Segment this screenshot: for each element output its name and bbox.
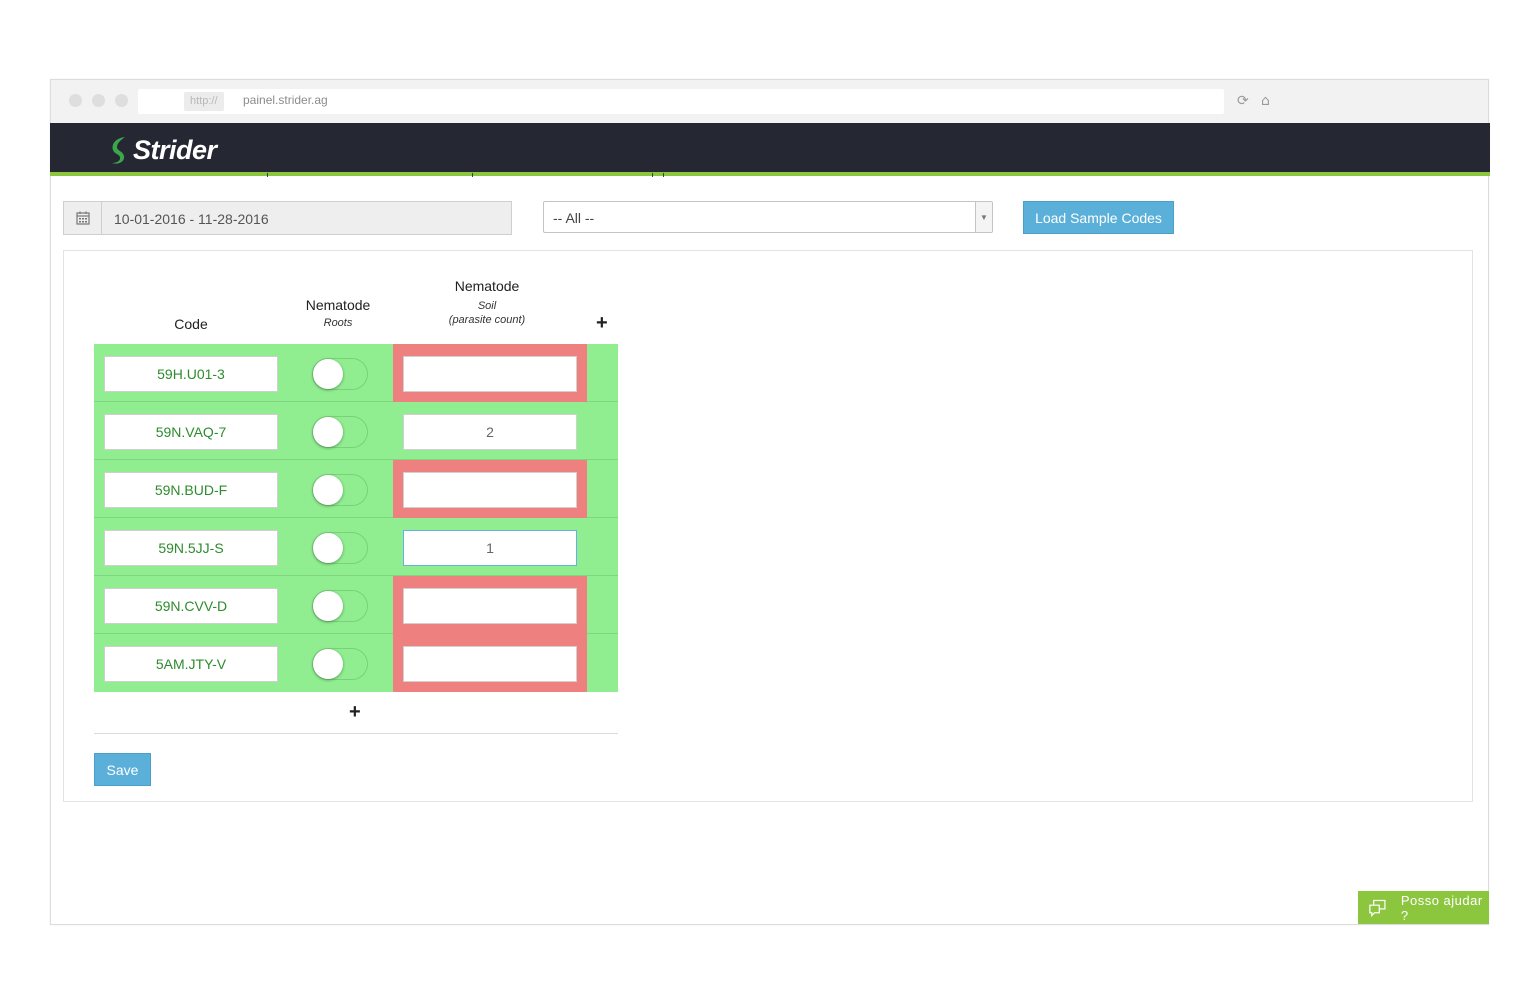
- column-header-soil-sub-2: (parasite count): [448, 314, 526, 326]
- samples-panel: Code Nematode Roots Nematode Soil (paras…: [63, 250, 1473, 802]
- save-button[interactable]: Save: [94, 753, 151, 786]
- url-text[interactable]: painel.strider.ag: [243, 93, 328, 107]
- toggle-knob: [313, 417, 343, 447]
- table-row: 5AM.JTY-V: [94, 634, 618, 692]
- add-column-button[interactable]: +: [596, 313, 608, 333]
- chat-icon: [1369, 899, 1386, 917]
- column-header-code-label: Code: [174, 316, 208, 332]
- roots-toggle[interactable]: [312, 416, 368, 448]
- code-field[interactable]: 59N.BUD-F: [104, 472, 278, 508]
- window-maximize-dot[interactable]: [115, 94, 128, 107]
- table-row: 59H.U01-3: [94, 344, 618, 402]
- help-chat-button[interactable]: Posso ajudar ?: [1358, 891, 1489, 924]
- soil-count-field[interactable]: [403, 472, 577, 508]
- roots-toggle[interactable]: [312, 648, 368, 680]
- column-header-roots-sub: Roots: [323, 317, 353, 329]
- soil-cell: 2: [393, 402, 587, 460]
- samples-table: 59H.U01-3 59N.VAQ-7 2 59N.BUD-F 59N.5JJ-…: [94, 344, 618, 692]
- date-range-picker[interactable]: 10-01-2016 - 11-28-2016: [63, 201, 512, 235]
- column-header-roots: Nematode Roots: [288, 297, 388, 330]
- filter-select-value: -- All --: [553, 210, 595, 226]
- table-row: 59N.CVV-D: [94, 576, 618, 634]
- strider-logo[interactable]: Strider: [108, 134, 217, 166]
- toggle-knob: [313, 649, 343, 679]
- column-header-soil: Nematode Soil (parasite count): [427, 278, 547, 327]
- soil-cell: 1: [393, 518, 587, 576]
- table-row: 59N.VAQ-7 2: [94, 402, 618, 460]
- soil-count-field[interactable]: [403, 588, 577, 624]
- toggle-knob: [313, 475, 343, 505]
- date-range-value: 10-01-2016 - 11-28-2016: [114, 211, 269, 227]
- toggle-knob: [313, 591, 343, 621]
- soil-cell: [393, 634, 587, 692]
- soil-cell: [393, 344, 587, 402]
- help-label: Posso ajudar ?: [1400, 892, 1483, 923]
- column-header-roots-title: Nematode: [305, 297, 371, 313]
- table-row: 59N.BUD-F: [94, 460, 618, 518]
- leaf-icon: [112, 137, 125, 164]
- column-header-soil-title: Nematode: [454, 278, 520, 294]
- soil-cell: [393, 460, 587, 518]
- roots-toggle[interactable]: [312, 358, 368, 390]
- column-header-soil-sub: Soil: [477, 300, 497, 312]
- filter-select[interactable]: -- All -- ▼: [543, 201, 993, 233]
- url-protocol: http://: [184, 92, 224, 111]
- calendar-icon[interactable]: [64, 202, 102, 234]
- soil-count-field[interactable]: 1: [403, 530, 577, 566]
- code-field[interactable]: 59N.CVV-D: [104, 588, 278, 624]
- soil-count-field[interactable]: 2: [403, 414, 577, 450]
- app-header: Strider: [50, 123, 1490, 177]
- caret-down-icon[interactable]: ▼: [975, 202, 992, 232]
- logo-text: Strider: [133, 134, 217, 165]
- add-row-button[interactable]: +: [349, 702, 361, 722]
- code-field[interactable]: 59N.5JJ-S: [104, 530, 278, 566]
- toggle-knob: [313, 533, 343, 563]
- roots-toggle[interactable]: [312, 590, 368, 622]
- code-field[interactable]: 5AM.JTY-V: [104, 646, 278, 682]
- code-field[interactable]: 59H.U01-3: [104, 356, 278, 392]
- browser-chrome: ‹ › http:// painel.strider.ag ⟳ ⌂: [51, 80, 1488, 123]
- table-divider: [94, 733, 618, 734]
- home-icon[interactable]: ⌂: [1261, 93, 1270, 109]
- code-field[interactable]: 59N.VAQ-7: [104, 414, 278, 450]
- browser-window: ‹ › http:// painel.strider.ag ⟳ ⌂ Stride…: [50, 79, 1490, 925]
- toggle-knob: [313, 359, 343, 389]
- soil-cell: [393, 576, 587, 634]
- window-close-dot[interactable]: [69, 94, 82, 107]
- soil-count-field[interactable]: [403, 356, 577, 392]
- roots-toggle[interactable]: [312, 532, 368, 564]
- window-minimize-dot[interactable]: [92, 94, 105, 107]
- table-row: 59N.5JJ-S 1: [94, 518, 618, 576]
- main-content: 10-01-2016 - 11-28-2016 -- All -- ▼ Load…: [51, 177, 1489, 925]
- load-sample-codes-button[interactable]: Load Sample Codes: [1023, 201, 1174, 234]
- soil-count-field[interactable]: [403, 646, 577, 682]
- roots-toggle[interactable]: [312, 474, 368, 506]
- reload-icon[interactable]: ⟳: [1237, 93, 1249, 109]
- column-header-code: Code: [145, 316, 237, 332]
